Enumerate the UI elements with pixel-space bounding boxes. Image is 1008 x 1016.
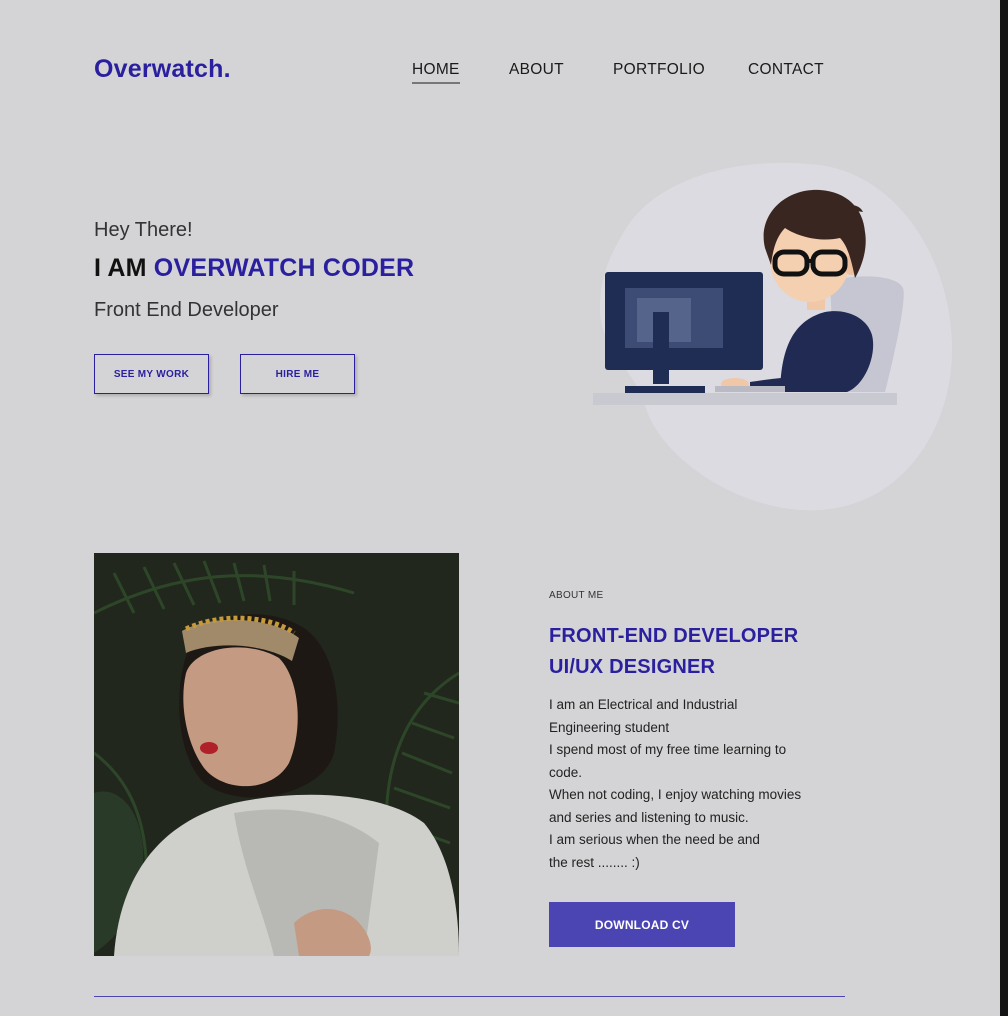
- hire-me-button[interactable]: HIRE ME: [240, 354, 355, 394]
- glasses-bridge: [805, 259, 815, 263]
- nav-contact[interactable]: CONTACT: [748, 61, 824, 79]
- about-text-line: When not coding, I enjoy watching movies: [549, 787, 802, 802]
- lips: [200, 742, 218, 754]
- download-cv-button[interactable]: DOWNLOAD CV: [549, 902, 735, 947]
- about-label: ABOUT ME: [549, 590, 604, 601]
- coder-illustration-svg: [593, 162, 953, 511]
- headline-prefix: I AM: [94, 254, 154, 282]
- keyboard: [715, 386, 785, 392]
- about-text-line: I am an Electrical and Industrial: [549, 697, 738, 712]
- about-text-line: Engineering student: [549, 719, 670, 735]
- hero-headline: I AM OVERWATCH CODER: [94, 254, 414, 283]
- monitor-base: [625, 386, 705, 394]
- about-description: I am an Electrical and Industrial Engine…: [549, 694, 849, 874]
- nav-home[interactable]: HOME: [412, 61, 460, 84]
- about-title-line-1: FRONT-END DEVELOPER: [549, 625, 799, 647]
- section-divider: [94, 996, 845, 997]
- about-text-line: and series and listening to music.: [549, 809, 749, 825]
- hero-greeting: Hey There!: [94, 219, 193, 241]
- profile-photo-svg: [94, 553, 459, 956]
- nav-about[interactable]: ABOUT: [509, 61, 564, 79]
- about-text-line: I am serious when the need be and: [549, 832, 760, 847]
- about-text-line: code.: [549, 764, 583, 780]
- monitor-stand: [653, 312, 669, 384]
- nav-portfolio[interactable]: PORTFOLIO: [613, 61, 705, 79]
- about-title-line-2: UI/UX DESIGNER: [549, 656, 716, 678]
- hero-role: Front End Developer: [94, 299, 279, 321]
- desk: [593, 393, 897, 405]
- about-text-line: I spend most of my free time learning to: [549, 742, 787, 757]
- see-my-work-button[interactable]: SEE MY WORK: [94, 354, 209, 394]
- headline-name: OVERWATCH CODER: [153, 254, 415, 282]
- profile-photo: [94, 553, 459, 956]
- site-logo[interactable]: Overwatch.: [94, 55, 231, 84]
- about-text-line: the rest ........ :): [549, 854, 640, 870]
- about-title: FRONT-END DEVELOPER UI/UX DESIGNER: [549, 621, 798, 683]
- coder-illustration: [585, 160, 955, 512]
- window-edge: [1000, 0, 1008, 1016]
